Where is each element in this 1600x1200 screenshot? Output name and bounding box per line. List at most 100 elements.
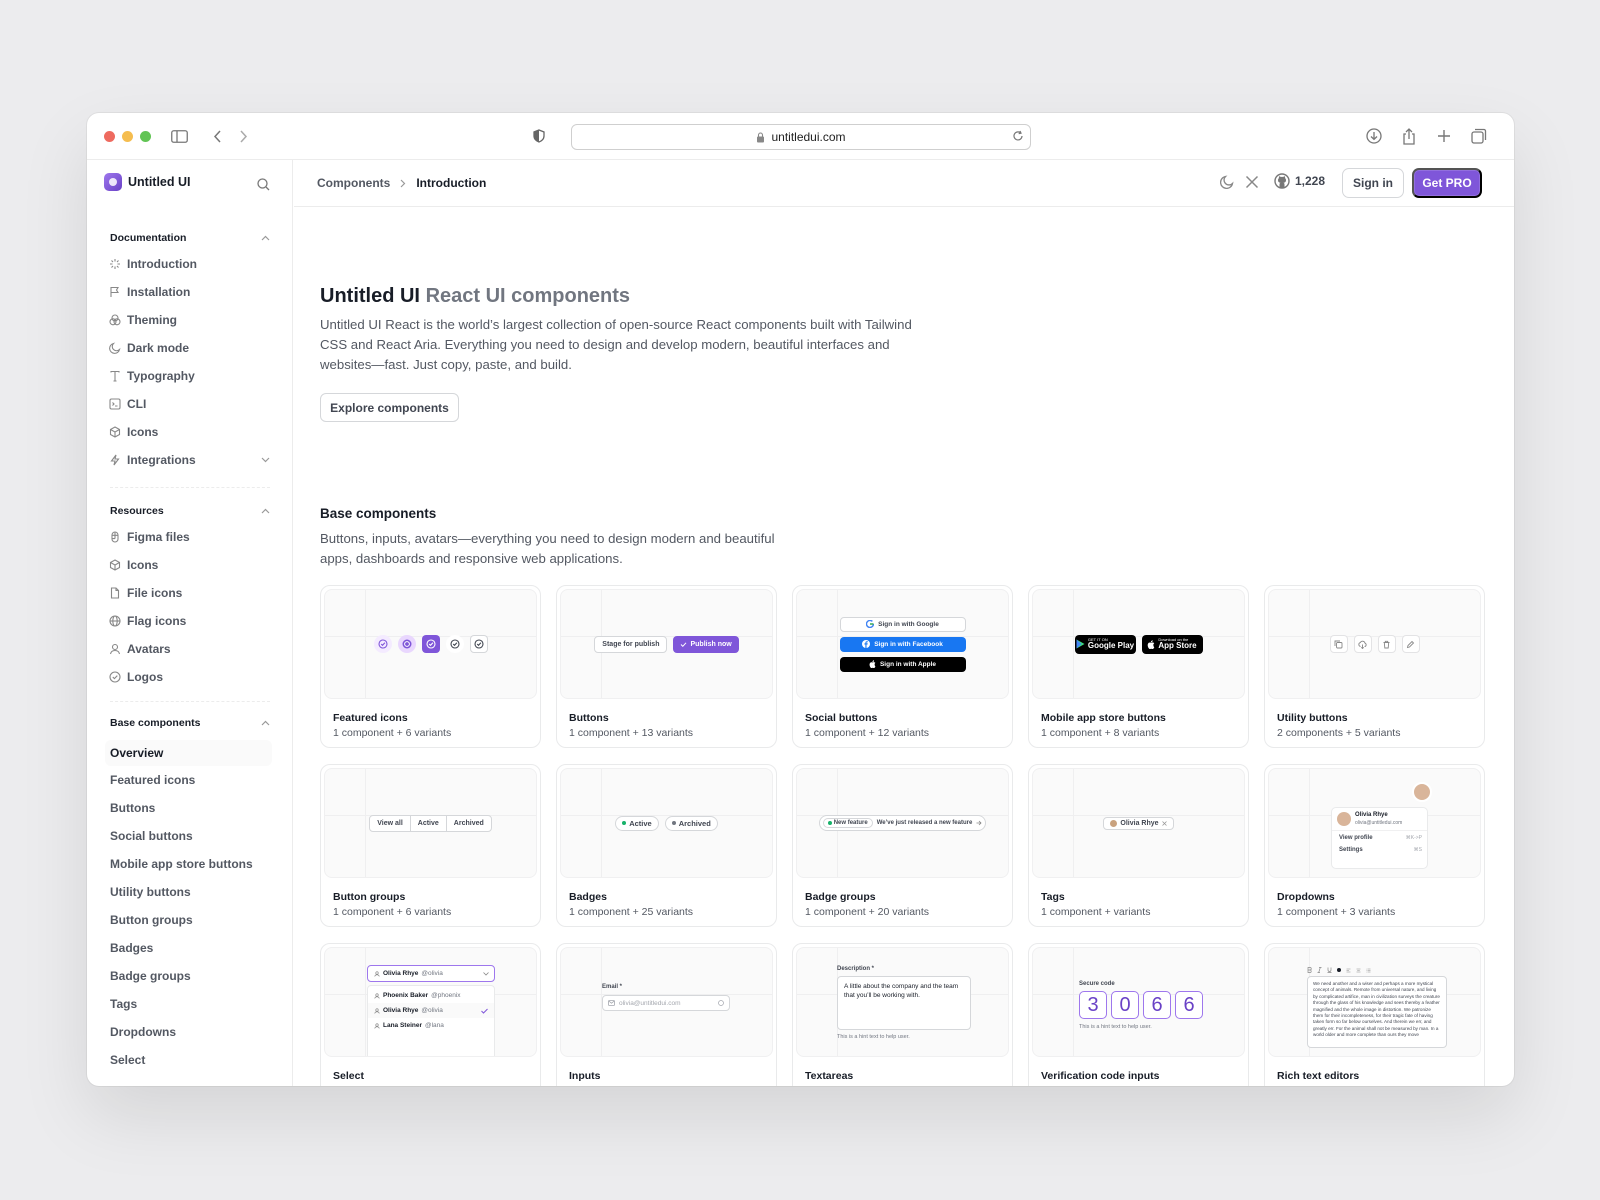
user-icon	[109, 643, 121, 655]
x-twitter-icon[interactable]	[1245, 175, 1259, 194]
tab-overview-icon[interactable]	[1469, 126, 1489, 146]
downloads-icon[interactable]	[1364, 126, 1384, 146]
moon-icon	[109, 342, 121, 354]
sidebar-item-typography[interactable]: Typography	[109, 369, 195, 383]
sidebar-item-badges[interactable]: Badges	[110, 941, 153, 955]
brand[interactable]: Untitled UI	[104, 173, 191, 191]
new-tab-icon[interactable]	[1434, 126, 1454, 146]
privacy-shield-icon[interactable]	[529, 126, 549, 146]
sidebar-item-utility-buttons[interactable]: Utility buttons	[110, 885, 191, 899]
preview-dropdown-item: View profile ⌘K->P	[1332, 831, 1427, 843]
check-icon	[481, 1008, 488, 1014]
component-card-badges[interactable]: Active Archived Badges 1 component + 25 …	[556, 764, 777, 927]
sign-in-button[interactable]: Sign in	[1342, 168, 1404, 198]
preview-rich-text-toolbar	[1307, 967, 1371, 973]
sidebar-item-file-icons[interactable]: File icons	[109, 586, 182, 600]
card-title: Textareas	[805, 1070, 854, 1082]
back-icon[interactable]	[207, 126, 227, 146]
section-documentation[interactable]: Documentation	[110, 232, 270, 244]
apple-icon	[869, 660, 876, 668]
cloud-download-icon	[1353, 635, 1372, 653]
component-card-buttons[interactable]: Stage for publish Publish now Buttons 1 …	[556, 585, 777, 748]
chevron-down-icon	[483, 971, 489, 976]
breadcrumb-components[interactable]: Components	[317, 176, 390, 190]
card-title: Verification code inputs	[1041, 1070, 1160, 1082]
moon-icon[interactable]	[1219, 175, 1234, 194]
preview-verification-digit: 6	[1175, 991, 1203, 1019]
sidebar-toggle-icon[interactable]	[169, 126, 189, 146]
sidebar-item-integrations[interactable]: Integrations	[109, 453, 270, 467]
component-card-verification-code[interactable]: Secure code 3 0 6 6 This is a hint text …	[1028, 943, 1249, 1086]
card-subtitle: 1 component + 13 variants	[569, 727, 694, 739]
lock-icon	[757, 131, 765, 142]
component-card-rich-text[interactable]: We need another and a wiser and perhaps …	[1264, 943, 1485, 1086]
search-icon[interactable]	[257, 178, 270, 196]
component-card-social-buttons[interactable]: Sign in with Google Sign in with Faceboo…	[792, 585, 1013, 748]
sidebar-item-tags[interactable]: Tags	[110, 997, 137, 1011]
sidebar-item-overview[interactable]: Overview	[105, 740, 272, 766]
sidebar-item-featured-icons[interactable]: Featured icons	[110, 773, 195, 787]
sidebar-item-dark-mode[interactable]: Dark mode	[109, 341, 189, 355]
sidebar-item-logos[interactable]: Logos	[109, 670, 163, 684]
sidebar-item-select[interactable]: Select	[110, 1053, 145, 1067]
component-card-inputs[interactable]: Email * olivia@untitledui.com Inputs	[556, 943, 777, 1086]
sidebar-item-flag-icons[interactable]: Flag icons	[109, 614, 186, 628]
untitled-ui-logo-icon	[104, 173, 122, 191]
card-preview: Secure code 3 0 6 6 This is a hint text …	[1032, 947, 1245, 1057]
sidebar-item-introduction[interactable]: Introduction	[109, 257, 197, 271]
component-card-featured-icons[interactable]: Featured icons 1 component + 6 variants	[320, 585, 541, 748]
sidebar-item-label: Logos	[127, 670, 163, 684]
preview-select-option-handle: @lana	[425, 1022, 444, 1029]
sidebar-item-icons-resource[interactable]: Icons	[109, 558, 158, 572]
sidebar-item-dropdowns[interactable]: Dropdowns	[110, 1025, 176, 1039]
sidebar-item-theming[interactable]: Theming	[109, 313, 177, 327]
address-bar[interactable]: untitledui.com	[571, 124, 1031, 150]
sidebar-item-cli[interactable]: CLI	[109, 397, 146, 411]
component-card-tags[interactable]: Olivia Rhye Tags 1 component + variants	[1028, 764, 1249, 927]
sidebar-item-badge-groups[interactable]: Badge groups	[110, 969, 191, 983]
preview-facebook-label: Sign in with Facebook	[874, 640, 943, 648]
card-title: Featured icons	[333, 712, 408, 724]
preview-badge-archived: Archived	[664, 815, 718, 831]
preview-app-store-label: App Store	[1158, 641, 1197, 650]
component-card-textareas[interactable]: Description * A little about the company…	[792, 943, 1013, 1086]
reload-icon[interactable]	[1012, 130, 1024, 145]
close-window-button[interactable]	[104, 131, 115, 142]
component-card-app-store-buttons[interactable]: GET IT ON Google Play Download on the Ap…	[1028, 585, 1249, 748]
component-card-select[interactable]: Olivia Rhye @olivia Phoenix Baker @phoeni…	[320, 943, 541, 1086]
github-stars[interactable]: 1,228	[1274, 173, 1325, 189]
get-pro-button[interactable]: Get PRO	[1412, 168, 1482, 198]
arrow-right-icon	[976, 820, 982, 826]
section-base-components[interactable]: Base components	[110, 717, 270, 729]
google-icon	[866, 620, 875, 628]
section-resources[interactable]: Resources	[110, 505, 270, 517]
sidebar-item-buttons[interactable]: Buttons	[110, 801, 155, 815]
sidebar-item-avatars[interactable]: Avatars	[109, 642, 171, 656]
sidebar-item-label: Featured icons	[110, 773, 196, 787]
share-icon[interactable]	[1399, 126, 1419, 146]
component-card-badge-groups[interactable]: New feature We’ve just released a new fe…	[792, 764, 1013, 927]
sidebar-item-installation[interactable]: Installation	[109, 285, 190, 299]
terminal-icon	[109, 398, 121, 410]
sidebar-item-label: Badge groups	[110, 969, 191, 983]
component-card-dropdowns[interactable]: Olivia Rhye olivia@untitledui.com View p…	[1264, 764, 1485, 927]
component-card-utility-buttons[interactable]: Utility buttons 2 components + 5 variant…	[1264, 585, 1485, 748]
sidebar-item-mobile-app-store-buttons[interactable]: Mobile app store buttons	[110, 857, 253, 871]
section-title: Resources	[110, 505, 164, 517]
preview-select-handle: @olivia	[421, 970, 443, 977]
minimize-window-button[interactable]	[122, 131, 133, 142]
check-icon	[681, 641, 687, 647]
sidebar-item-icons[interactable]: Icons	[109, 425, 158, 439]
card-preview	[324, 589, 537, 699]
forward-icon[interactable]	[233, 126, 253, 146]
preview-input-field: olivia@untitledui.com	[602, 995, 730, 1011]
close-icon	[1161, 820, 1167, 826]
component-card-button-groups[interactable]: View all Active Archived Button groups 1…	[320, 764, 541, 927]
sidebar-item-figma-files[interactable]: Figma files	[109, 530, 190, 544]
chevron-right-icon	[400, 179, 406, 187]
sidebar-item-social-buttons[interactable]: Social buttons	[110, 829, 193, 843]
explore-components-button[interactable]: Explore components	[320, 393, 459, 422]
sidebar-item-button-groups[interactable]: Button groups	[110, 913, 193, 927]
card-title: Select	[333, 1070, 364, 1082]
maximize-window-button[interactable]	[140, 131, 151, 142]
